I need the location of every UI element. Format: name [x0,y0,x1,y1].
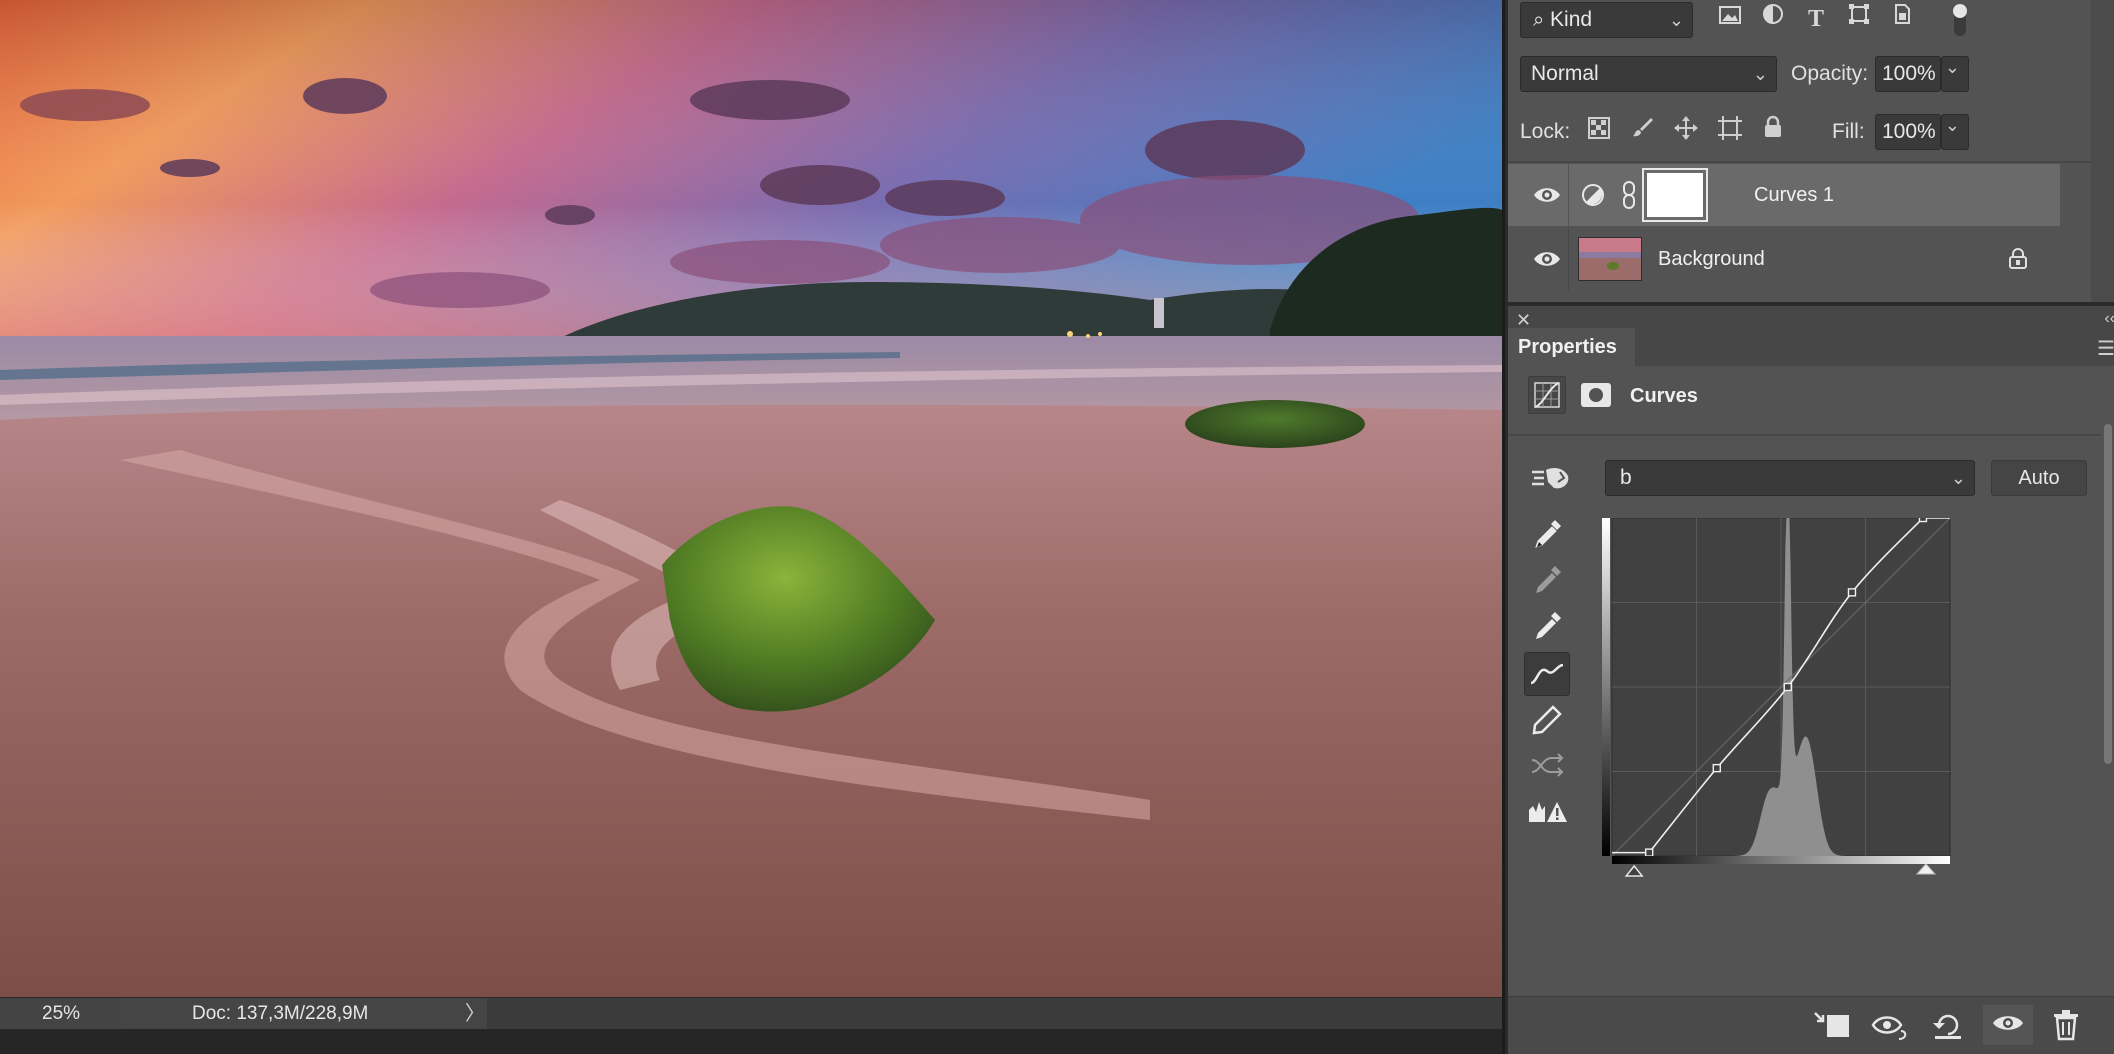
status-info-menu-arrow[interactable]: 〉 [465,998,485,1030]
visibility-eye-icon[interactable] [1532,244,1562,274]
layer-name[interactable]: Background [1658,228,1765,290]
curve-wave-icon [1530,663,1564,685]
sample-gray-point-eyedropper-icon[interactable] [1524,558,1570,602]
sample-white-point-eyedropper-icon[interactable] [1524,604,1570,648]
clipping-warning-icon[interactable] [1524,790,1570,834]
layer-mask-thumbnail[interactable] [1642,168,1708,222]
filter-smart-object-icon[interactable] [1885,2,1919,36]
zoom-level-field[interactable]: 25% [0,998,122,1030]
properties-footer [1508,996,2114,1054]
properties-scrollbar-thumb[interactable] [2104,424,2112,764]
link-chain-icon[interactable] [1622,180,1636,215]
curves-graph[interactable] [1602,513,2082,903]
curves-graph-svg[interactable] [1602,513,2082,898]
beach-sunset-photo [0,0,1502,997]
layers-scrollbar[interactable] [2091,0,2114,302]
chevron-down-icon: ⌄ [1668,10,1684,30]
curves-adjustment-icon[interactable] [1528,376,1566,414]
blend-mode-select[interactable]: Normal ⌄ [1520,56,1777,92]
layer-locked-icon[interactable] [2008,248,2028,275]
lock-position-move-icon[interactable] [1669,115,1703,149]
filter-type-layers-icon[interactable]: T [1799,2,1833,36]
document-size-info: Doc: 137,3M/228,9M [122,998,487,1030]
properties-header: ✕ ‹‹ Properties ☰ [1508,306,2114,366]
curve-control-point[interactable] [1644,848,1654,857]
curve-control-point[interactable] [1918,513,1928,523]
curve-control-point[interactable] [1847,588,1857,597]
lock-all-icon[interactable] [1756,115,1790,149]
layer-mask-icon[interactable] [1580,382,1612,413]
black-point-slider-handle[interactable] [1624,864,1644,877]
properties-panel: ✕ ‹‹ Properties ☰ Curves b ⌄ Auto [1508,306,2114,1054]
delete-layer-trash-icon[interactable] [2046,1007,2086,1043]
opacity-input[interactable]: 100% [1875,56,1941,92]
lock-artboard-icon[interactable] [1713,115,1747,149]
fill-label: Fill: [1832,120,1865,143]
white-point-slider-handle[interactable] [1915,863,1937,875]
tab-properties[interactable]: Properties [1508,328,1635,366]
canvas-bottom-bar [0,1029,1502,1054]
opacity-dropdown-button[interactable]: ⌄ [1941,56,1969,92]
properties-divider [1508,434,2114,436]
channel-select[interactable]: b ⌄ [1605,460,1975,496]
panel-menu-icon[interactable]: ☰ [2097,336,2114,361]
fill-input[interactable]: 100% [1875,114,1941,150]
curve-control-point[interactable] [1783,682,1792,692]
adjustment-title: Curves [1630,385,1698,407]
fill-dropdown-button[interactable]: ⌄ [1941,114,1969,150]
edit-points-curve-tool[interactable] [1524,652,1570,696]
layer-image-thumbnail[interactable] [1578,237,1642,281]
layer-filter-kind-select[interactable]: ⌕ Kind ⌄ [1520,2,1693,38]
filter-pixel-layers-icon[interactable] [1713,2,1747,36]
blend-mode-value: Normal [1531,62,1599,85]
chevron-down-icon: ⌄ [1950,468,1966,488]
layer-row-separator [1568,164,1569,226]
auto-button[interactable]: Auto [1991,460,2087,496]
layers-divider [1508,161,2114,163]
chevron-down-icon: ⌄ [1944,57,1960,77]
status-bar: 25% Doc: 137,3M/228,9M 〉 [0,997,1502,1030]
document-canvas[interactable] [0,0,1502,997]
layer-row-separator [1568,228,1569,290]
layer-row-background[interactable]: Background [1508,228,2060,290]
collapse-panel-icon[interactable]: ‹‹ [2104,310,2114,328]
draw-pencil-icon[interactable] [1524,698,1570,742]
search-icon: ⌕ [1533,9,1545,31]
adjustment-layer-icon [1580,182,1606,213]
filter-adjustment-layers-icon[interactable] [1756,2,1790,36]
toggle-layer-visibility-icon[interactable] [1983,1005,2033,1045]
layer-name[interactable]: Curves 1 [1754,164,1834,226]
layers-panel: ⌕ Kind ⌄ T Normal ⌄ Opacity: 100% ⌄ Lock… [1508,0,2114,302]
smooth-curve-icon[interactable] [1524,744,1570,788]
filter-kind-label: Kind [1550,8,1593,31]
layer-row-curves-1[interactable]: Curves 1 [1508,164,2060,226]
lock-transparent-pixels-icon[interactable] [1582,115,1616,149]
visibility-eye-icon[interactable] [1532,180,1562,210]
channel-value: b [1620,466,1632,489]
clip-to-layer-icon[interactable] [1812,1007,1852,1043]
output-gradient-bar [1602,518,1610,856]
view-previous-state-icon[interactable] [1870,1007,1910,1043]
on-image-adjustment-hand-icon[interactable] [1530,460,1572,501]
right-panel-column: ⌕ Kind ⌄ T Normal ⌄ Opacity: 100% ⌄ Lock… [1502,0,2114,1054]
chevron-down-icon: ⌄ [1752,64,1768,84]
photoshop-window: 25% Doc: 137,3M/228,9M 〉 ⌕ Kind ⌄ T Norm… [0,0,2114,1054]
opacity-label: Opacity: [1791,62,1869,85]
reset-adjustment-icon[interactable] [1928,1007,1968,1043]
filter-toggle-switch[interactable] [1950,2,1970,40]
lock-image-pixels-brush-icon[interactable] [1626,115,1660,149]
input-gradient-bar [1612,856,1950,864]
curve-control-point[interactable] [1712,763,1721,773]
sample-black-point-eyedropper-icon[interactable] [1524,512,1570,556]
lock-label: Lock: [1520,120,1571,143]
filter-shape-layers-icon[interactable] [1842,2,1876,36]
chevron-down-icon: ⌄ [1944,115,1960,135]
adjustment-title-row: Curves [1508,366,2114,426]
